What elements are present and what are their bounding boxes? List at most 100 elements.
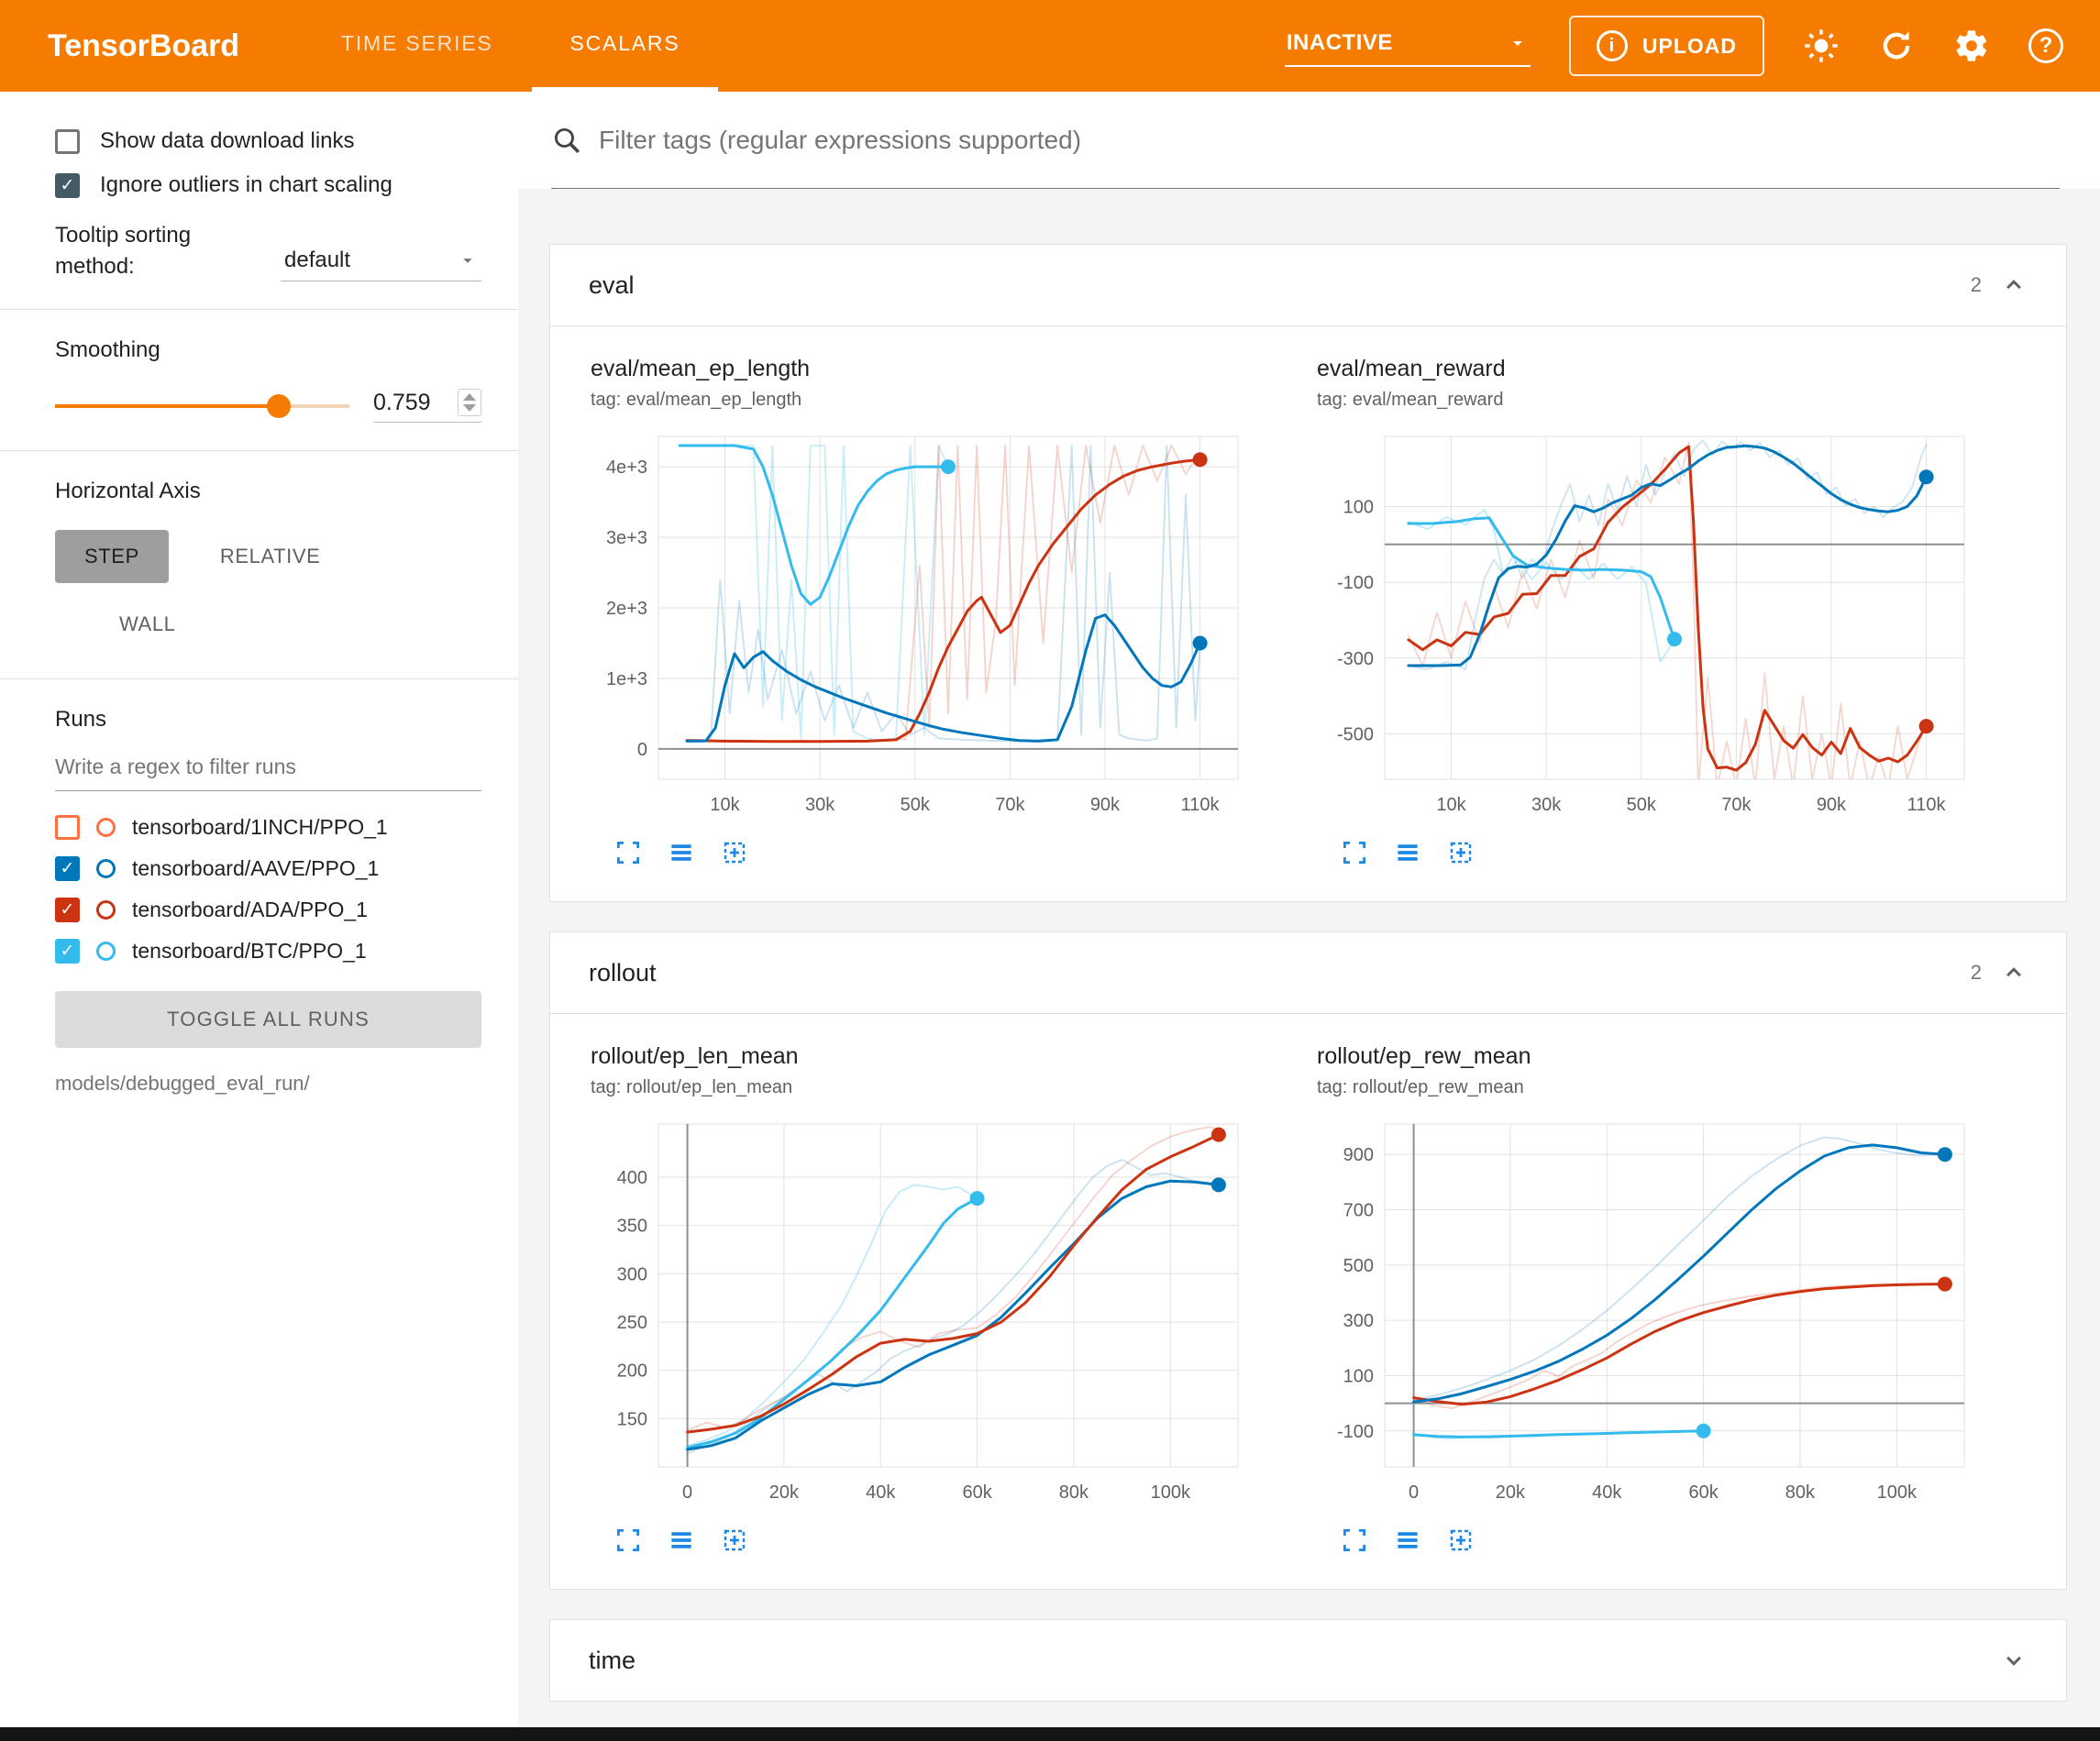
- run-checkbox[interactable]: ✓: [55, 939, 80, 964]
- bottom-edge: [0, 1727, 2100, 1741]
- toggle-all-runs-button[interactable]: TOGGLE ALL RUNS: [55, 991, 481, 1048]
- axis-relative-button[interactable]: RELATIVE: [191, 530, 350, 583]
- y-tick-label: 100: [1343, 497, 1374, 517]
- chart-card-eval-mean-reward: eval/mean_reward tag: eval/mean_reward 1…: [1297, 356, 1977, 866]
- section-rollout-body: rollout/ep_len_mean tag: rollout/ep_len_…: [550, 1013, 2066, 1589]
- show-download-links-checkbox-row[interactable]: Show data download links: [55, 128, 481, 154]
- y-tick-label: 100: [1343, 1366, 1374, 1386]
- tag-filter-input[interactable]: [599, 126, 2060, 155]
- fit-domain-icon[interactable]: [1447, 1526, 1475, 1554]
- run-row-aave[interactable]: ✓ tensorboard/AAVE/PPO_1: [55, 856, 481, 881]
- section-eval-header[interactable]: eval 2: [550, 245, 2066, 325]
- x-tick-label: 50k: [1627, 795, 1657, 815]
- spinner-up-icon[interactable]: [463, 393, 476, 401]
- checkbox-label: Ignore outliers in chart scaling: [100, 172, 392, 198]
- fit-domain-icon[interactable]: [1447, 839, 1475, 866]
- chart-canvas[interactable]: 01e+32e+33e+34e+310k30k50k70k90k110k: [591, 425, 1251, 830]
- fit-domain-icon[interactable]: [721, 1526, 748, 1554]
- data-table-icon[interactable]: [1394, 839, 1421, 866]
- expand-card-icon[interactable]: [1341, 839, 1368, 866]
- run-checkbox[interactable]: ✓: [55, 856, 80, 881]
- slider-thumb[interactable]: [267, 394, 291, 418]
- upload-button[interactable]: i UPLOAD: [1569, 16, 1764, 76]
- divider: [0, 450, 518, 451]
- x-tick-label: 60k: [1688, 1482, 1719, 1503]
- chart-card-rollout-ep-rew-mean: rollout/ep_rew_mean tag: rollout/ep_rew_…: [1297, 1043, 1977, 1554]
- info-icon: i: [1597, 30, 1628, 61]
- collapse-icon[interactable]: [2000, 271, 2028, 299]
- y-tick-label: -100: [1337, 1422, 1374, 1442]
- chart-canvas[interactable]: 100-100-300-50010k30k50k70k90k110k: [1317, 425, 1977, 830]
- section-rollout-header[interactable]: rollout 2: [550, 932, 2066, 1013]
- x-tick-label: 30k: [1531, 795, 1562, 815]
- ignore-outliers-checkbox-row[interactable]: ✓ Ignore outliers in chart scaling: [55, 172, 481, 198]
- tooltip-sorting-value: default: [284, 248, 350, 273]
- run-row-btc[interactable]: ✓tensorboard/BTC/PPO_1: [55, 939, 481, 964]
- line-chart[interactable]: -100100300500700900020k40k60k80k100k: [1317, 1113, 1977, 1513]
- horizontal-axis-buttons: STEP RELATIVE: [55, 530, 481, 583]
- status-dropdown[interactable]: INACTIVE: [1285, 25, 1531, 67]
- section-time-header[interactable]: time: [550, 1620, 2066, 1701]
- x-tick-label: 90k: [1817, 795, 1847, 815]
- chart-card-rollout-ep-len-mean: rollout/ep_len_mean tag: rollout/ep_len_…: [570, 1043, 1251, 1554]
- brightness-icon[interactable]: [1803, 28, 1840, 64]
- data-table-icon[interactable]: [668, 839, 695, 866]
- checkbox-icon[interactable]: ✓: [55, 173, 80, 198]
- run-label: tensorboard/AAVE/PPO_1: [132, 856, 379, 881]
- expand-card-icon[interactable]: [614, 1526, 642, 1554]
- expand-card-icon[interactable]: [614, 839, 642, 866]
- axis-wall-button[interactable]: WALL: [90, 598, 205, 651]
- collapse-icon[interactable]: [2000, 959, 2028, 986]
- y-tick-label: 500: [1343, 1256, 1374, 1276]
- runs-filter-input[interactable]: [55, 747, 481, 791]
- divider: [0, 309, 518, 310]
- chart-actions: [591, 839, 1251, 866]
- tab-scalars[interactable]: SCALARS: [532, 0, 719, 92]
- y-tick-label: 400: [617, 1168, 647, 1188]
- run-checkbox[interactable]: [55, 815, 80, 840]
- spinner-down-icon[interactable]: [463, 404, 476, 412]
- x-tick-label: 0: [682, 1482, 692, 1503]
- status-dropdown-value: INACTIVE: [1287, 30, 1393, 56]
- y-tick-label: 250: [617, 1313, 647, 1333]
- data-table-icon[interactable]: [1394, 1526, 1421, 1554]
- chart-canvas[interactable]: -100100300500700900020k40k60k80k100k: [1317, 1113, 1977, 1517]
- series-endpoint-dot: [941, 459, 956, 474]
- smoothing-slider[interactable]: [55, 393, 349, 419]
- help-icon[interactable]: ?: [2028, 28, 2063, 63]
- number-spinner[interactable]: [458, 389, 481, 416]
- x-tick-label: 40k: [866, 1482, 896, 1503]
- chart-title: eval/mean_ep_length: [591, 356, 1251, 382]
- y-tick-label: 200: [617, 1361, 647, 1382]
- expand-card-icon[interactable]: [1341, 1526, 1368, 1554]
- run-checkbox[interactable]: ✓: [55, 898, 80, 922]
- refresh-icon[interactable]: [1878, 28, 1915, 64]
- run-row-1inch[interactable]: tensorboard/1INCH/PPO_1: [55, 815, 481, 840]
- expand-icon[interactable]: [2000, 1647, 2028, 1674]
- series-endpoint-dot: [1919, 719, 1934, 733]
- tab-time-series[interactable]: TIME SERIES: [303, 0, 532, 92]
- checkbox-icon[interactable]: [55, 129, 80, 154]
- x-tick-label: 20k: [1496, 1482, 1526, 1503]
- run-row-ada[interactable]: ✓tensorboard/ADA/PPO_1: [55, 898, 481, 922]
- x-tick-label: 0: [1409, 1482, 1419, 1503]
- x-tick-label: 100k: [1877, 1482, 1918, 1503]
- y-tick-label: 1e+3: [606, 669, 647, 689]
- y-tick-label: 3e+3: [606, 528, 647, 548]
- fit-domain-icon[interactable]: [721, 839, 748, 866]
- data-table-icon[interactable]: [668, 1526, 695, 1554]
- run-label: tensorboard/1INCH/PPO_1: [132, 815, 388, 840]
- tag-filter-field[interactable]: [551, 92, 2060, 189]
- smoothing-value-input[interactable]: 0.759: [373, 389, 481, 423]
- line-chart[interactable]: 100-100-300-50010k30k50k70k90k110k: [1317, 425, 1977, 825]
- line-chart[interactable]: 150200250300350400020k40k60k80k100k: [591, 1113, 1251, 1513]
- dashboard-main: eval 2 eval/mean_ep_length tag: eval/mea…: [518, 92, 2100, 1741]
- chart-canvas[interactable]: 150200250300350400020k40k60k80k100k: [591, 1113, 1251, 1517]
- x-tick-label: 50k: [901, 795, 931, 815]
- line-chart[interactable]: 01e+32e+33e+34e+310k30k50k70k90k110k: [591, 425, 1251, 825]
- settings-gear-icon[interactable]: [1953, 28, 1990, 64]
- chart-tag: tag: eval/mean_ep_length: [591, 390, 1251, 411]
- slider-fill: [55, 404, 279, 408]
- axis-step-button[interactable]: STEP: [55, 530, 169, 583]
- tooltip-sorting-select[interactable]: default: [281, 244, 481, 281]
